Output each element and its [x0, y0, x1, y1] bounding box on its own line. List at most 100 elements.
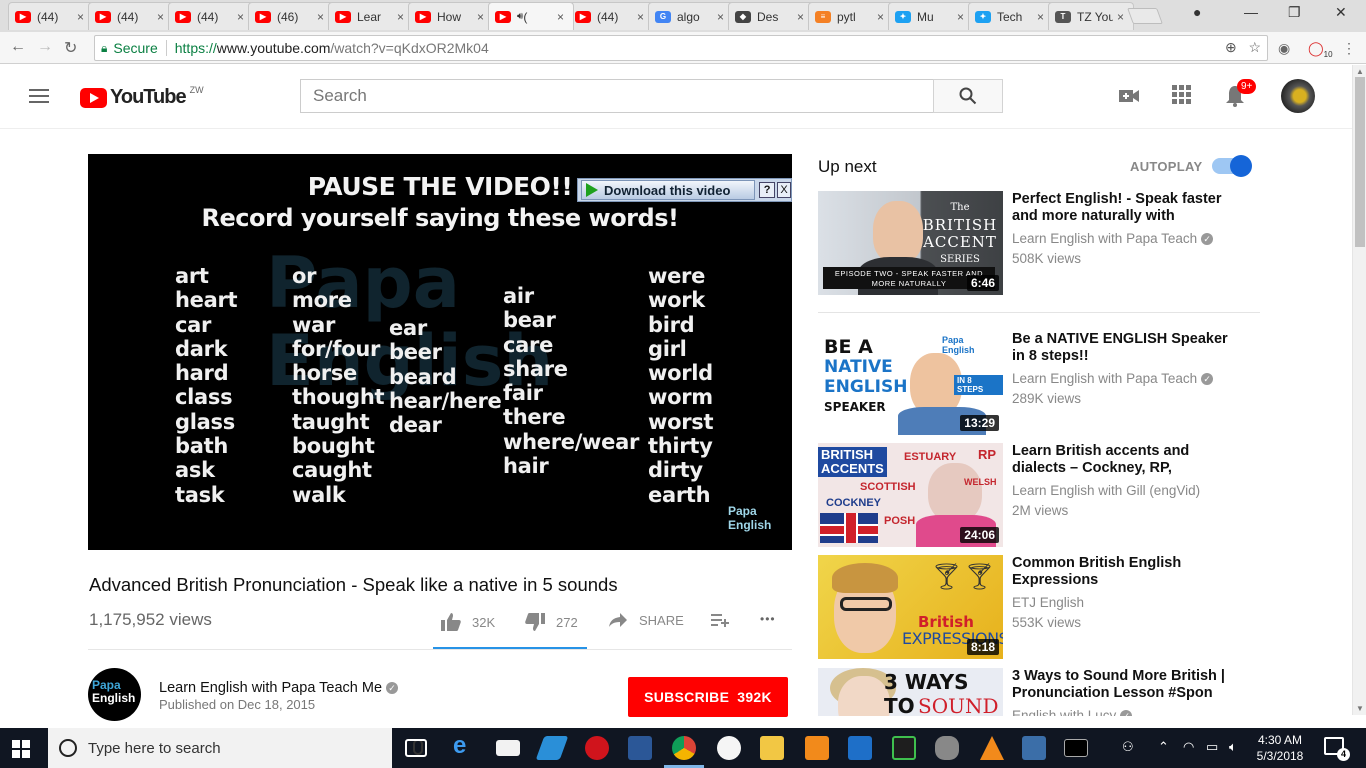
recommendation-title[interactable]: 3 Ways to Sound More British | Pronuncia…: [1012, 668, 1242, 702]
like-button[interactable]: 32K: [440, 612, 495, 632]
tab-close-icon[interactable]: ×: [237, 10, 247, 24]
system-clock[interactable]: 4:30 AM 5/3/2018: [1252, 732, 1308, 764]
browser-tab[interactable]: T TZ You ×: [1048, 2, 1134, 30]
bookmark-star-icon[interactable]: ☆: [1248, 39, 1261, 55]
battery-icon[interactable]: ▭: [1206, 739, 1218, 755]
search-field[interactable]: [300, 79, 934, 113]
browser-tab[interactable]: ▶ How ×: [408, 2, 494, 30]
scroll-up-icon[interactable]: ▲: [1356, 67, 1364, 76]
browser-tab[interactable]: ▶ (44) ×: [168, 2, 254, 30]
tab-close-icon[interactable]: ×: [557, 10, 567, 24]
taskbar-search-box[interactable]: Type here to search: [48, 728, 423, 768]
python-icon[interactable]: [1022, 736, 1046, 760]
back-icon[interactable]: ←: [10, 38, 26, 56]
browser-tab[interactable]: ▶ (44) ×: [568, 2, 654, 30]
recommendation-item[interactable]: 3 WAYS TO SOUND 3 Ways to Sound More Bri…: [818, 668, 1258, 716]
browser-tab[interactable]: ✦ Mu ×: [888, 2, 974, 30]
tab-close-icon[interactable]: ×: [477, 10, 487, 24]
download-video-button[interactable]: Download this video: [581, 180, 756, 200]
tray-expand-icon[interactable]: ⌃: [1158, 739, 1169, 755]
mail-icon[interactable]: [496, 740, 520, 756]
tab-close-icon[interactable]: ×: [157, 10, 167, 24]
recommendation-item[interactable]: 🍸︎🍸︎ British EXPRESSIONS 8:18 Common Bri…: [818, 555, 1258, 661]
tab-close-icon[interactable]: ×: [717, 10, 727, 24]
action-center-icon[interactable]: 4: [1324, 737, 1350, 761]
autoplay-toggle[interactable]: [1212, 155, 1252, 177]
volume-icon[interactable]: 🔈︎: [1229, 739, 1237, 755]
video-thumbnail[interactable]: The BRITISH ACCENT SERIES EPISODE TWO - SPE…: [818, 191, 1003, 295]
chrome-browser-icon[interactable]: [672, 736, 696, 760]
restore-icon[interactable]: ❐: [1288, 4, 1301, 21]
browser-tab-active[interactable]: ▶ 🔊︎(×: [488, 2, 574, 30]
video-thumbnail[interactable]: BE A NATIVE ENGLISH SPEAKER IN 8 STEPS Papa…: [818, 331, 1003, 435]
download-close-button[interactable]: X: [777, 182, 791, 198]
browser-tab[interactable]: ▶ (46) ×: [248, 2, 334, 30]
scrollbar-thumb[interactable]: [1355, 77, 1365, 247]
video-player[interactable]: Papa English PAUSE THE VIDEO!! Record yo…: [88, 154, 792, 550]
task-view-icon[interactable]: [405, 739, 427, 757]
outlook-icon[interactable]: [848, 736, 872, 760]
recommendation-title[interactable]: Be a NATIVE ENGLISH Speaker in 8 steps!!: [1012, 331, 1242, 365]
window-close-icon[interactable]: ✕: [1335, 4, 1347, 21]
page-scrollbar[interactable]: ▲ ▼: [1352, 65, 1366, 715]
file-explorer-icon[interactable]: [760, 736, 784, 760]
subscribe-button[interactable]: SUBSCRIBE 392K: [628, 677, 788, 717]
tab-close-icon[interactable]: ×: [957, 10, 967, 24]
tab-close-icon[interactable]: ×: [1037, 10, 1047, 24]
search-input[interactable]: [313, 86, 934, 106]
paint-icon[interactable]: [717, 736, 741, 760]
recommendation-title[interactable]: Perfect English! - Speak faster and more…: [1012, 191, 1242, 225]
people-icon[interactable]: ⚇: [1122, 739, 1134, 755]
sublime-text-icon[interactable]: [805, 736, 829, 760]
tab-close-icon[interactable]: ×: [877, 10, 887, 24]
address-bar[interactable]: 🔒︎ Secure https:// www.youtube.com /watc…: [94, 35, 1268, 61]
word-icon[interactable]: [628, 736, 652, 760]
browser-tab[interactable]: ✦ Tech ×: [968, 2, 1054, 30]
browser-tab[interactable]: ≡ pytl ×: [808, 2, 894, 30]
windows-start-icon[interactable]: [12, 740, 30, 758]
tab-close-icon[interactable]: ×: [397, 10, 407, 24]
tab-close-icon[interactable]: ×: [797, 10, 807, 24]
drive-icon[interactable]: [535, 736, 569, 760]
database-icon[interactable]: [935, 736, 959, 760]
tab-close-icon[interactable]: ×: [1117, 10, 1127, 24]
terminal-icon[interactable]: [1064, 739, 1088, 757]
recommendation-item[interactable]: BE A NATIVE ENGLISH SPEAKER IN 8 STEPS Papa…: [818, 331, 1258, 437]
profile-icon[interactable]: ●: [1193, 4, 1201, 20]
menu-icon[interactable]: [29, 89, 49, 107]
account-avatar[interactable]: [1281, 79, 1315, 113]
extension-icon[interactable]: ◉: [1278, 40, 1290, 57]
download-help-button[interactable]: ?: [759, 182, 776, 198]
chrome-menu-icon[interactable]: ⋮: [1342, 40, 1356, 57]
search-button[interactable]: [933, 79, 1003, 113]
edge-browser-icon[interactable]: e: [453, 732, 477, 759]
scroll-down-icon[interactable]: ▼: [1356, 704, 1364, 713]
browser-tab[interactable]: ▶ Lear ×: [328, 2, 414, 30]
minimize-icon[interactable]: —: [1244, 4, 1258, 20]
apps-grid-icon[interactable]: [1172, 85, 1192, 105]
video-thumbnail[interactable]: BRITISH ACCENTS ESTUARY RP SCOTTISH WELSH…: [818, 443, 1003, 547]
browser-tab[interactable]: ▶ (44) ×: [88, 2, 174, 30]
opera-browser-icon[interactable]: [585, 736, 609, 760]
zoom-icon[interactable]: ⊕: [1225, 39, 1237, 55]
video-thumbnail[interactable]: 🍸︎🍸︎ British EXPRESSIONS 8:18: [818, 555, 1003, 659]
share-button[interactable]: SHARE: [608, 612, 684, 628]
browser-tab[interactable]: ◆ Des ×: [728, 2, 814, 30]
recommendation-title[interactable]: Common British English Expressions: [1012, 555, 1242, 589]
forward-icon[interactable]: →: [37, 38, 53, 56]
dislike-button[interactable]: 272: [524, 612, 578, 632]
new-tab-button[interactable]: [1127, 8, 1163, 24]
add-to-playlist-button[interactable]: [710, 612, 730, 628]
recommendation-item[interactable]: The BRITISH ACCENT SERIES EPISODE TWO - SPE…: [818, 191, 1258, 297]
upload-video-icon[interactable]: [1118, 85, 1140, 107]
more-actions-button[interactable]: •••: [760, 612, 776, 626]
browser-tab[interactable]: ▶ (44) ×: [8, 2, 94, 30]
tab-close-icon[interactable]: ×: [77, 10, 87, 24]
vlc-icon[interactable]: [980, 736, 1004, 760]
recommendation-title[interactable]: Learn British accents and dialects – Coc…: [1012, 443, 1242, 477]
channel-avatar[interactable]: Papa English: [88, 668, 141, 721]
youtube-logo[interactable]: YouTube ZW: [80, 85, 204, 109]
video-thumbnail[interactable]: 3 WAYS TO SOUND: [818, 668, 1003, 716]
recommendation-item[interactable]: BRITISH ACCENTS ESTUARY RP SCOTTISH WELSH…: [818, 443, 1258, 549]
channel-name[interactable]: Learn English with Papa Teach Me ✓: [159, 680, 399, 696]
